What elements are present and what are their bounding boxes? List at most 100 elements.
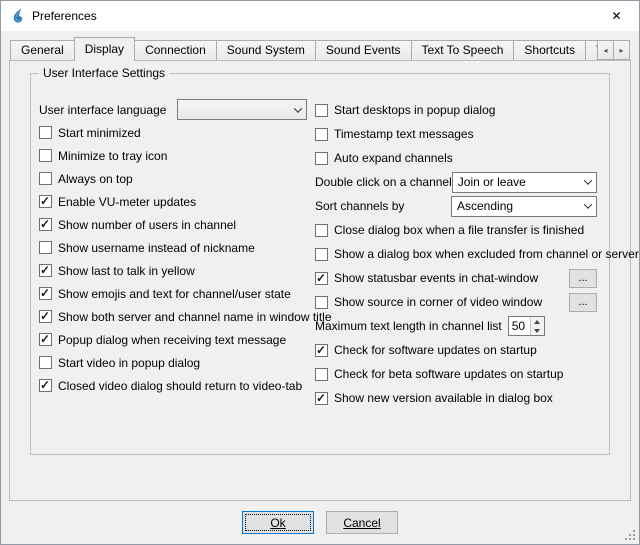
- language-label: User interface language: [39, 103, 166, 117]
- checkbox[interactable]: [39, 379, 52, 392]
- double-click-combobox[interactable]: Join or leave: [452, 172, 597, 193]
- tab-sound-system[interactable]: Sound System: [216, 40, 316, 60]
- tab-scrollers: ◂ ▸: [598, 40, 630, 60]
- checkbox-row[interactable]: Closed video dialog should return to vid…: [39, 374, 307, 397]
- tab-display[interactable]: Display: [74, 37, 135, 61]
- checkbox-row[interactable]: Show new version available in dialog box: [315, 386, 597, 410]
- checkbox-row[interactable]: Show username instead of nickname: [39, 236, 307, 259]
- spinner-buttons: [530, 317, 544, 335]
- tab-text-to-speech[interactable]: Text To Speech: [411, 40, 515, 60]
- video-source-row[interactable]: Show source in corner of video window ..…: [315, 290, 597, 314]
- cancel-button[interactable]: Cancel: [326, 511, 398, 534]
- statusbar-events-row[interactable]: Show statusbar events in chat-window ...: [315, 266, 597, 290]
- tab-sound-events[interactable]: Sound Events: [315, 40, 412, 60]
- group-title: User Interface Settings: [39, 66, 169, 80]
- tab-general[interactable]: General: [10, 40, 75, 60]
- tab-shortcuts[interactable]: Shortcuts: [513, 40, 586, 60]
- tab-connection[interactable]: Connection: [134, 40, 217, 60]
- checkbox-row[interactable]: Start minimized: [39, 121, 307, 144]
- preferences-dialog: Preferences ✕ General Display Connection…: [0, 0, 640, 545]
- max-text-length-spinner[interactable]: 50: [508, 316, 545, 336]
- window-title: Preferences: [32, 9, 97, 23]
- sort-channels-row: Sort channels by Ascending: [315, 194, 597, 218]
- checkbox[interactable]: [39, 333, 52, 346]
- max-text-length-value: 50: [509, 317, 530, 335]
- tab-scroll-right-icon[interactable]: ▸: [613, 40, 630, 60]
- checkbox-label: Minimize to tray icon: [58, 149, 167, 163]
- checkbox[interactable]: [39, 264, 52, 277]
- checkbox-row[interactable]: Show a dialog box when excluded from cha…: [315, 242, 597, 266]
- checkbox-row[interactable]: Show last to talk in yellow: [39, 259, 307, 282]
- checkbox-label: Show number of users in channel: [58, 218, 236, 232]
- checkbox-row[interactable]: Check for software updates on startup: [315, 338, 597, 362]
- checkbox-label: Show a dialog box when excluded from cha…: [334, 247, 639, 261]
- checkbox-label: Timestamp text messages: [334, 127, 474, 141]
- checkbox[interactable]: [315, 224, 328, 237]
- language-row: User interface language: [39, 98, 307, 121]
- checkbox[interactable]: [315, 152, 328, 165]
- video-source-browse-button[interactable]: ...: [569, 293, 597, 312]
- double-click-value: Join or leave: [458, 175, 579, 189]
- checkbox-row[interactable]: Always on top: [39, 167, 307, 190]
- resize-grip[interactable]: [624, 529, 637, 542]
- checkbox[interactable]: [39, 241, 52, 254]
- checkbox-row[interactable]: Enable VU-meter updates: [39, 190, 307, 213]
- statusbar-events-browse-button[interactable]: ...: [569, 269, 597, 288]
- checkbox[interactable]: [315, 104, 328, 117]
- checkbox-label: Start minimized: [58, 126, 141, 140]
- checkbox[interactable]: [315, 344, 328, 357]
- tab-bar: General Display Connection Sound System …: [10, 37, 630, 61]
- checkbox[interactable]: [39, 172, 52, 185]
- dialog-buttons: Ok Cancel: [1, 511, 639, 534]
- language-combobox[interactable]: [177, 99, 307, 120]
- checkbox[interactable]: [315, 296, 328, 309]
- checkbox[interactable]: [39, 126, 52, 139]
- checkbox[interactable]: [39, 195, 52, 208]
- checkbox-row[interactable]: Auto expand channels: [315, 146, 597, 170]
- double-click-row: Double click on a channel Join or leave: [315, 170, 597, 194]
- checkbox-label: Popup dialog when receiving text message: [58, 333, 286, 347]
- spin-up-icon[interactable]: [531, 317, 544, 326]
- checkbox-label: Check for software updates on startup: [334, 343, 537, 357]
- checkbox-row[interactable]: Minimize to tray icon: [39, 144, 307, 167]
- sort-channels-value: Ascending: [457, 199, 579, 213]
- sort-channels-combobox[interactable]: Ascending: [451, 196, 597, 217]
- checkbox[interactable]: [315, 128, 328, 141]
- sort-channels-label: Sort channels by: [315, 199, 404, 213]
- ok-button[interactable]: Ok: [242, 511, 314, 534]
- spin-down-icon[interactable]: [531, 326, 544, 335]
- checkbox-row[interactable]: Start desktops in popup dialog: [315, 98, 597, 122]
- chevron-down-icon: [289, 100, 306, 119]
- checkbox[interactable]: [315, 368, 328, 381]
- checkbox-row[interactable]: Show number of users in channel: [39, 213, 307, 236]
- checkbox-row[interactable]: Start video in popup dialog: [39, 351, 307, 374]
- checkbox-label: Closed video dialog should return to vid…: [58, 379, 302, 393]
- checkbox-label: Always on top: [58, 172, 133, 186]
- checkbox-label: Close dialog box when a file transfer is…: [334, 223, 584, 237]
- checkbox-row[interactable]: Check for beta software updates on start…: [315, 362, 597, 386]
- tab-scroll-left-icon[interactable]: ◂: [597, 40, 614, 60]
- close-button[interactable]: ✕: [594, 1, 639, 31]
- checkbox[interactable]: [39, 356, 52, 369]
- checkbox[interactable]: [315, 272, 328, 285]
- checkbox[interactable]: [315, 392, 328, 405]
- checkbox[interactable]: [39, 218, 52, 231]
- checkbox-row[interactable]: Close dialog box when a file transfer is…: [315, 218, 597, 242]
- checkbox[interactable]: [315, 248, 328, 261]
- checkbox-row[interactable]: Timestamp text messages: [315, 122, 597, 146]
- checkbox-label: Enable VU-meter updates: [58, 195, 196, 209]
- chevron-down-icon: [579, 173, 596, 192]
- checkbox-label: Show both server and channel name in win…: [58, 310, 332, 324]
- user-interface-settings-group: User Interface Settings User interface l…: [30, 73, 610, 455]
- titlebar[interactable]: Preferences ✕: [1, 1, 639, 31]
- double-click-label: Double click on a channel: [315, 175, 452, 189]
- checkbox-row[interactable]: Show emojis and text for channel/user st…: [39, 282, 307, 305]
- left-column: User interface language Start minimized …: [39, 98, 307, 397]
- checkbox[interactable]: [39, 287, 52, 300]
- checkbox[interactable]: [39, 310, 52, 323]
- checkbox-row[interactable]: Popup dialog when receiving text message: [39, 328, 307, 351]
- checkbox[interactable]: [39, 149, 52, 162]
- chevron-down-icon: [579, 197, 596, 216]
- checkbox-label: Show new version available in dialog box: [334, 391, 553, 405]
- checkbox-row[interactable]: Show both server and channel name in win…: [39, 305, 307, 328]
